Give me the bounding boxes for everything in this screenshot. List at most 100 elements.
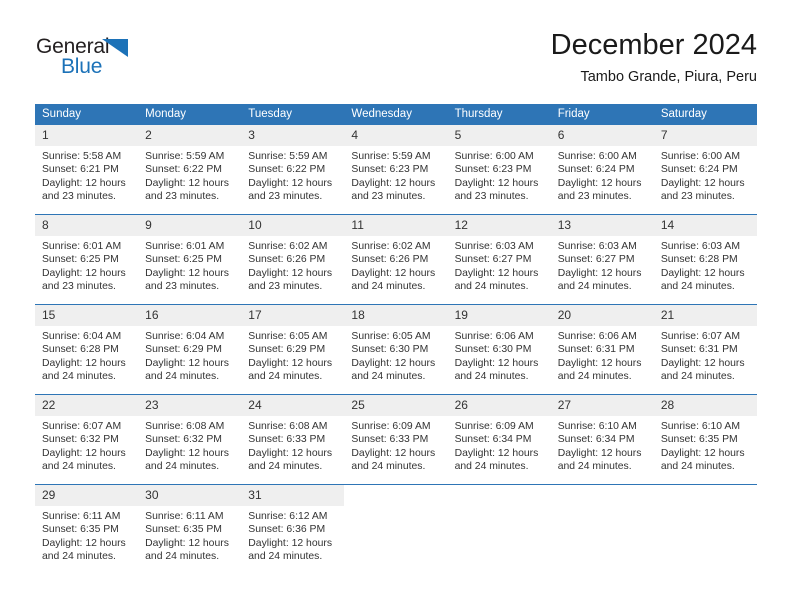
calendar-page: General Blue December 2024 Tambo Grande,… bbox=[0, 0, 792, 612]
daylight-text-line2: and 24 minutes. bbox=[454, 280, 529, 292]
daylight-text-line2: and 23 minutes. bbox=[557, 190, 632, 202]
daylight-text-line1: Daylight: 12 hours bbox=[351, 357, 436, 369]
calendar-day-cell[interactable]: 26 Sunrise: 6:09 AM Sunset: 6:34 PM Dayl… bbox=[447, 394, 551, 485]
sunset-text: Sunset: 6:35 PM bbox=[660, 434, 738, 446]
daylight-text-line2: and 23 minutes. bbox=[660, 190, 735, 202]
daylight-text-line1: Daylight: 12 hours bbox=[248, 267, 333, 279]
day-details: Sunrise: 6:05 AM Sunset: 6:29 PM Dayligh… bbox=[241, 326, 344, 383]
calendar-day-cell[interactable]: 1 Sunrise: 5:58 AM Sunset: 6:21 PM Dayli… bbox=[35, 124, 139, 215]
daylight-text-line1: Daylight: 12 hours bbox=[42, 177, 126, 189]
calendar-day-cell[interactable]: 11 Sunrise: 6:02 AM Sunset: 6:26 PM Dayl… bbox=[344, 214, 448, 305]
daylight-text-line1: Daylight: 12 hours bbox=[351, 177, 436, 189]
calendar-day-cell[interactable]: 14 Sunrise: 6:03 AM Sunset: 6:28 PM Dayl… bbox=[653, 214, 757, 305]
calendar-day-cell[interactable]: 24 Sunrise: 6:08 AM Sunset: 6:33 PM Dayl… bbox=[241, 394, 345, 485]
sunset-text: Sunset: 6:34 PM bbox=[454, 434, 532, 446]
daylight-text-line1: Daylight: 12 hours bbox=[454, 447, 539, 459]
sunset-text: Sunset: 6:27 PM bbox=[557, 254, 635, 266]
sunrise-text: Sunrise: 6:07 AM bbox=[660, 331, 740, 342]
day-number: 30 bbox=[138, 485, 242, 506]
calendar-day-cell[interactable]: 16 Sunrise: 6:04 AM Sunset: 6:29 PM Dayl… bbox=[138, 304, 242, 395]
calendar-day-cell[interactable]: 19 Sunrise: 6:06 AM Sunset: 6:30 PM Dayl… bbox=[447, 304, 551, 395]
day-number: 3 bbox=[241, 125, 345, 146]
daylight-text-line1: Daylight: 12 hours bbox=[660, 447, 745, 459]
sunrise-text: Sunrise: 5:59 AM bbox=[145, 151, 225, 162]
calendar-day-cell[interactable]: 17 Sunrise: 6:05 AM Sunset: 6:29 PM Dayl… bbox=[241, 304, 345, 395]
sunset-text: Sunset: 6:31 PM bbox=[660, 344, 738, 356]
calendar-day-cell[interactable]: 8 Sunrise: 6:01 AM Sunset: 6:25 PM Dayli… bbox=[35, 214, 139, 305]
title-block: December 2024 Tambo Grande, Piura, Peru bbox=[551, 28, 757, 86]
calendar-day-cell[interactable]: 15 Sunrise: 6:04 AM Sunset: 6:28 PM Dayl… bbox=[35, 304, 139, 395]
day-details: Sunrise: 6:11 AM Sunset: 6:35 PM Dayligh… bbox=[35, 506, 138, 563]
daylight-text-line1: Daylight: 12 hours bbox=[557, 357, 642, 369]
calendar-day-cell[interactable]: 13 Sunrise: 6:03 AM Sunset: 6:27 PM Dayl… bbox=[550, 214, 654, 305]
sunrise-text: Sunrise: 5:59 AM bbox=[351, 151, 431, 162]
sunrise-text: Sunrise: 6:07 AM bbox=[42, 421, 122, 432]
daylight-text-line2: and 24 minutes. bbox=[248, 550, 323, 562]
day-details: Sunrise: 6:07 AM Sunset: 6:32 PM Dayligh… bbox=[35, 416, 138, 473]
calendar-day-cell[interactable]: 22 Sunrise: 6:07 AM Sunset: 6:32 PM Dayl… bbox=[35, 394, 139, 485]
calendar-day-cell[interactable]: 29 Sunrise: 6:11 AM Sunset: 6:35 PM Dayl… bbox=[35, 484, 139, 570]
daylight-text-line2: and 24 minutes. bbox=[145, 550, 220, 562]
calendar-day-cell[interactable]: 28 Sunrise: 6:10 AM Sunset: 6:35 PM Dayl… bbox=[653, 394, 757, 485]
daylight-text-line2: and 24 minutes. bbox=[42, 370, 116, 382]
calendar-day-cell[interactable]: 30 Sunrise: 6:11 AM Sunset: 6:35 PM Dayl… bbox=[138, 484, 242, 570]
calendar-day-cell[interactable]: 23 Sunrise: 6:08 AM Sunset: 6:32 PM Dayl… bbox=[138, 394, 242, 485]
calendar-day-cell[interactable]: 25 Sunrise: 6:09 AM Sunset: 6:33 PM Dayl… bbox=[344, 394, 448, 485]
calendar-header-row: Sunday Monday Tuesday Wednesday Thursday… bbox=[35, 104, 757, 125]
calendar-day-cell[interactable]: 10 Sunrise: 6:02 AM Sunset: 6:26 PM Dayl… bbox=[241, 214, 345, 305]
calendar-day-cell[interactable]: 21 Sunrise: 6:07 AM Sunset: 6:31 PM Dayl… bbox=[653, 304, 757, 395]
sunrise-text: Sunrise: 6:06 AM bbox=[454, 331, 534, 342]
calendar-day-cell-empty bbox=[550, 484, 654, 570]
daylight-text-line1: Daylight: 12 hours bbox=[454, 177, 539, 189]
day-number: 13 bbox=[550, 215, 654, 236]
day-details: Sunrise: 6:03 AM Sunset: 6:27 PM Dayligh… bbox=[551, 236, 654, 293]
calendar-day-cell[interactable]: 20 Sunrise: 6:06 AM Sunset: 6:31 PM Dayl… bbox=[550, 304, 654, 395]
sunrise-text: Sunrise: 6:00 AM bbox=[454, 151, 534, 162]
page-title: December 2024 bbox=[550, 29, 757, 61]
sunrise-text: Sunrise: 6:06 AM bbox=[557, 331, 637, 342]
day-details: Sunrise: 6:07 AM Sunset: 6:31 PM Dayligh… bbox=[654, 326, 757, 383]
day-number bbox=[550, 485, 654, 506]
calendar-day-cell[interactable]: 5 Sunrise: 6:00 AM Sunset: 6:23 PM Dayli… bbox=[447, 124, 551, 215]
calendar-day-cell[interactable]: 7 Sunrise: 6:00 AM Sunset: 6:24 PM Dayli… bbox=[653, 124, 757, 215]
daylight-text-line2: and 24 minutes. bbox=[557, 460, 632, 472]
sunset-text: Sunset: 6:25 PM bbox=[145, 254, 222, 266]
weekday-header-monday: Monday bbox=[138, 104, 242, 125]
daylight-text-line2: and 23 minutes. bbox=[351, 190, 426, 202]
daylight-text-line1: Daylight: 12 hours bbox=[454, 267, 539, 279]
day-details: Sunrise: 6:08 AM Sunset: 6:32 PM Dayligh… bbox=[138, 416, 241, 473]
day-details: Sunrise: 6:02 AM Sunset: 6:26 PM Dayligh… bbox=[241, 236, 344, 293]
day-details: Sunrise: 5:58 AM Sunset: 6:21 PM Dayligh… bbox=[35, 146, 138, 203]
daylight-text-line1: Daylight: 12 hours bbox=[660, 267, 745, 279]
sunrise-text: Sunrise: 6:02 AM bbox=[351, 241, 431, 252]
sunset-text: Sunset: 6:32 PM bbox=[42, 434, 119, 446]
calendar-day-cell[interactable]: 12 Sunrise: 6:03 AM Sunset: 6:27 PM Dayl… bbox=[447, 214, 551, 305]
sunrise-text: Sunrise: 6:08 AM bbox=[145, 421, 225, 432]
sunrise-text: Sunrise: 6:01 AM bbox=[42, 241, 122, 252]
calendar-day-cell[interactable]: 3 Sunrise: 5:59 AM Sunset: 6:22 PM Dayli… bbox=[241, 124, 345, 215]
calendar-day-cell[interactable]: 6 Sunrise: 6:00 AM Sunset: 6:24 PM Dayli… bbox=[550, 124, 654, 215]
daylight-text-line2: and 24 minutes. bbox=[557, 370, 632, 382]
calendar-day-cell[interactable]: 27 Sunrise: 6:10 AM Sunset: 6:34 PM Dayl… bbox=[550, 394, 654, 485]
day-details: Sunrise: 6:01 AM Sunset: 6:25 PM Dayligh… bbox=[138, 236, 241, 293]
sunset-text: Sunset: 6:35 PM bbox=[145, 524, 222, 536]
calendar-day-cell[interactable]: 4 Sunrise: 5:59 AM Sunset: 6:23 PM Dayli… bbox=[344, 124, 448, 215]
daylight-text-line1: Daylight: 12 hours bbox=[557, 447, 642, 459]
daylight-text-line1: Daylight: 12 hours bbox=[351, 267, 436, 279]
daylight-text-line2: and 24 minutes. bbox=[351, 280, 426, 292]
day-details: Sunrise: 6:00 AM Sunset: 6:24 PM Dayligh… bbox=[551, 146, 654, 203]
daylight-text-line2: and 24 minutes. bbox=[557, 280, 632, 292]
day-details: Sunrise: 6:10 AM Sunset: 6:35 PM Dayligh… bbox=[654, 416, 757, 473]
day-number: 2 bbox=[138, 125, 242, 146]
sunset-text: Sunset: 6:29 PM bbox=[248, 344, 326, 356]
day-number bbox=[653, 485, 757, 506]
sunset-text: Sunset: 6:24 PM bbox=[557, 164, 635, 176]
calendar-day-cell[interactable]: 2 Sunrise: 5:59 AM Sunset: 6:22 PM Dayli… bbox=[138, 124, 242, 215]
general-blue-logo[interactable]: General Blue bbox=[36, 36, 176, 84]
calendar-day-cell[interactable]: 31 Sunrise: 6:12 AM Sunset: 6:36 PM Dayl… bbox=[241, 484, 345, 570]
daylight-text-line1: Daylight: 12 hours bbox=[145, 447, 229, 459]
daylight-text-line2: and 24 minutes. bbox=[660, 280, 735, 292]
calendar-day-cell[interactable]: 18 Sunrise: 6:05 AM Sunset: 6:30 PM Dayl… bbox=[344, 304, 448, 395]
day-number: 20 bbox=[550, 305, 654, 326]
calendar-day-cell[interactable]: 9 Sunrise: 6:01 AM Sunset: 6:25 PM Dayli… bbox=[138, 214, 242, 305]
